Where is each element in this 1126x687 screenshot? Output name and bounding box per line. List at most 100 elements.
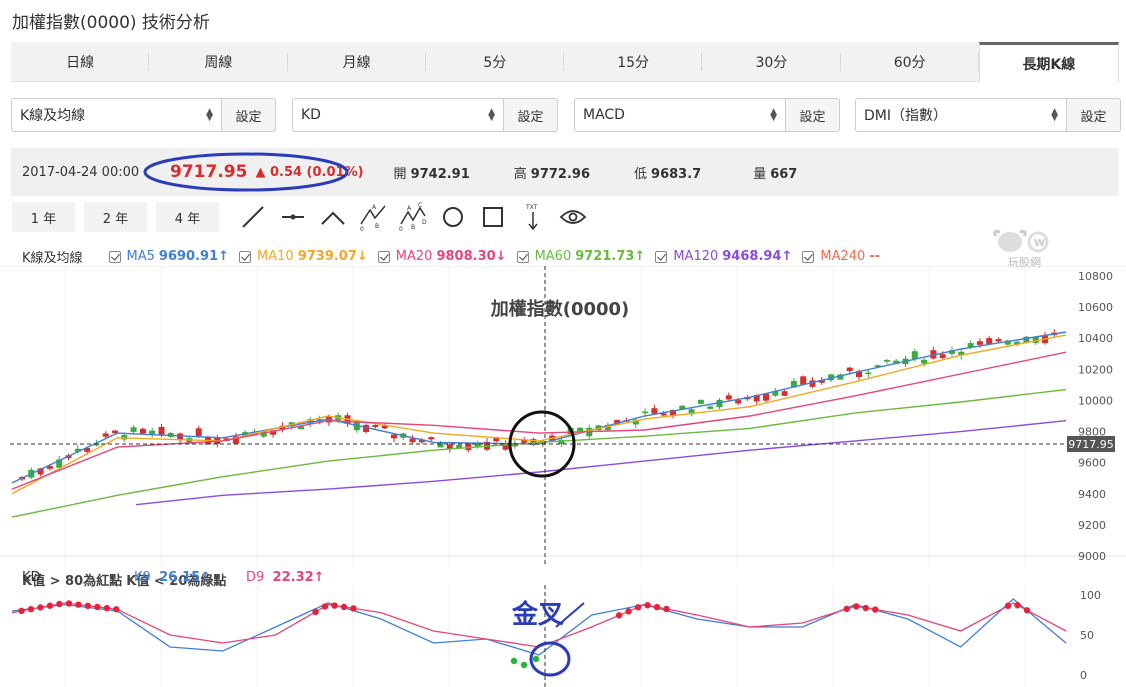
quote-date: 2017-04-24 00:00 bbox=[22, 164, 140, 180]
y-tick-label: 10400 bbox=[1078, 332, 1113, 345]
kd-green-dot bbox=[532, 655, 540, 663]
kd-red-dot bbox=[65, 600, 73, 607]
kd-red-dot bbox=[653, 603, 661, 611]
candlestick bbox=[577, 426, 583, 432]
kd-green-dot bbox=[520, 661, 528, 669]
kd-red-dot bbox=[113, 606, 120, 613]
kd-chart[interactable]: 金叉 100 50 0 bbox=[0, 585, 1126, 687]
period-tabs: 日線 周線 月線 5分 15分 30分 60分 長期K線 bbox=[11, 42, 1119, 82]
page-title: 加權指數(0000) 技術分析 bbox=[12, 13, 210, 33]
ma120-toggle[interactable]: MA120 9468.94↑ bbox=[655, 249, 792, 264]
kd-red-dot bbox=[663, 605, 670, 613]
eye-icon[interactable] bbox=[553, 202, 593, 232]
indicator-select-4[interactable]: DMI（指數） ▲ ▼ bbox=[855, 98, 1067, 132]
settings-button-4[interactable]: 設定 bbox=[1067, 98, 1121, 132]
abc-pattern-icon[interactable]: A 0 B bbox=[353, 202, 393, 232]
select-caret-icon: ▲ ▼ bbox=[1051, 107, 1058, 123]
range-4y-button[interactable]: 4 年 bbox=[156, 202, 219, 232]
tab-monthly[interactable]: 月線 bbox=[288, 42, 427, 81]
checkbox-icon[interactable] bbox=[377, 250, 390, 263]
watermark-logo: W 玩股網 bbox=[990, 228, 1060, 271]
svg-text:C: C bbox=[418, 202, 422, 209]
ma60-line bbox=[11, 388, 1067, 518]
checkbox-icon[interactable] bbox=[108, 250, 121, 263]
candlestick bbox=[139, 427, 146, 435]
kd-red-dot bbox=[853, 603, 860, 610]
svg-text:0: 0 bbox=[399, 226, 403, 232]
line-tool-icon[interactable] bbox=[233, 202, 273, 232]
svg-text:W: W bbox=[1034, 238, 1045, 249]
indicator-select-2[interactable]: KD ▲ ▼ bbox=[292, 98, 504, 132]
ma60-toggle[interactable]: MA60 9721.73↑ bbox=[516, 249, 645, 264]
ma20-line bbox=[11, 351, 1067, 490]
select-value: MACD bbox=[583, 107, 625, 123]
candlestick bbox=[865, 369, 872, 378]
segment-tool-icon[interactable] bbox=[273, 202, 313, 232]
tab-5min[interactable]: 5分 bbox=[426, 42, 565, 81]
circle-tool-icon[interactable] bbox=[433, 202, 473, 232]
candlestick bbox=[763, 393, 769, 403]
tab-15min[interactable]: 15分 bbox=[564, 42, 703, 81]
y-tick-label: 10800 bbox=[1078, 270, 1113, 283]
quote-low: 低 9683.7 bbox=[634, 166, 702, 182]
ma5-toggle[interactable]: MA5 9690.91↑ bbox=[108, 249, 229, 264]
rect-tool-icon[interactable] bbox=[473, 202, 513, 232]
settings-button-3[interactable]: 設定 bbox=[786, 98, 840, 132]
checkbox-icon[interactable] bbox=[655, 250, 668, 263]
checkbox-icon[interactable] bbox=[802, 250, 815, 263]
kd-red-dot bbox=[27, 605, 35, 613]
kd-y-tick-label: 0 bbox=[1080, 669, 1087, 682]
checkbox-icon[interactable] bbox=[516, 250, 529, 263]
price-highlight-ellipse bbox=[143, 152, 349, 192]
tab-long-term[interactable]: 長期K線 bbox=[978, 42, 1119, 82]
price-chart[interactable]: 加權指數(0000) 9717.95 10800 10600 10400 10200 1… bbox=[0, 266, 1126, 566]
select-caret-icon: ▲ ▼ bbox=[206, 107, 213, 123]
k9-value: K9 26.15↑ bbox=[134, 570, 212, 585]
settings-button-2[interactable]: 設定 bbox=[504, 98, 558, 132]
ma-legend: K線及均線 MA5 9690.91↑ MA10 9739.07↓ MA20 9808.… bbox=[22, 247, 890, 266]
indicator-select-1[interactable]: K線及均線 ▲ ▼ bbox=[11, 98, 222, 132]
settings-button-1[interactable]: 設定 bbox=[222, 98, 276, 132]
angle-tool-icon[interactable] bbox=[313, 202, 353, 232]
golden-cross-annotation: 金叉 bbox=[511, 599, 564, 630]
kd-red-dot bbox=[1023, 607, 1031, 614]
ma-legend-label: K線及均線 bbox=[22, 251, 83, 266]
svg-text:B: B bbox=[411, 224, 415, 231]
kd-red-dot bbox=[644, 602, 651, 609]
kd-red-dot bbox=[625, 608, 632, 615]
tab-30min[interactable]: 30分 bbox=[702, 42, 841, 81]
tab-weekly[interactable]: 周線 bbox=[149, 42, 288, 81]
range-2y-button[interactable]: 2 年 bbox=[84, 202, 147, 232]
current-price-label: 9717.95 bbox=[1068, 438, 1114, 451]
ma240-toggle[interactable]: MA240 -- bbox=[802, 249, 880, 264]
abcd-pattern-icon[interactable]: AC 0 BD bbox=[393, 202, 433, 232]
range-1y-button[interactable]: 1 年 bbox=[12, 202, 75, 232]
tab-daily[interactable]: 日線 bbox=[11, 42, 150, 81]
ma20-toggle[interactable]: MA20 9808.30↓ bbox=[377, 249, 507, 264]
select-value: K線及均線 bbox=[20, 108, 86, 124]
checkbox-icon[interactable] bbox=[239, 250, 252, 263]
indicator-select-3[interactable]: MACD ▲ ▼ bbox=[574, 98, 786, 132]
candlestick bbox=[986, 335, 993, 345]
svg-text:TXT: TXT bbox=[525, 204, 538, 211]
chart-toolbar: 1 年 2 年 4 年 A0B AC0BD TXT bbox=[12, 201, 593, 233]
quote-high: 高 9772.96 bbox=[513, 166, 591, 182]
kd-y-tick-label: 100 bbox=[1080, 589, 1101, 602]
candlestick bbox=[707, 405, 714, 410]
select-caret-icon: ▲ ▼ bbox=[770, 107, 777, 123]
tab-60min[interactable]: 60分 bbox=[841, 42, 980, 81]
candlestick bbox=[149, 427, 156, 438]
candlestick bbox=[772, 388, 779, 397]
candlestick bbox=[651, 404, 658, 414]
ma10-toggle[interactable]: MA10 9739.07↓ bbox=[239, 249, 368, 264]
kd-red-dot bbox=[634, 604, 642, 611]
kd-red-dot bbox=[321, 603, 329, 610]
kd-red-dot bbox=[843, 605, 850, 613]
svg-text:D: D bbox=[422, 219, 427, 226]
kd-green-dot bbox=[510, 657, 518, 665]
candlestick bbox=[409, 434, 416, 445]
kd-red-dot bbox=[103, 604, 111, 612]
text-tool-icon[interactable]: TXT bbox=[513, 202, 553, 232]
kd-label: KD bbox=[22, 570, 41, 585]
svg-text:B: B bbox=[375, 223, 379, 230]
